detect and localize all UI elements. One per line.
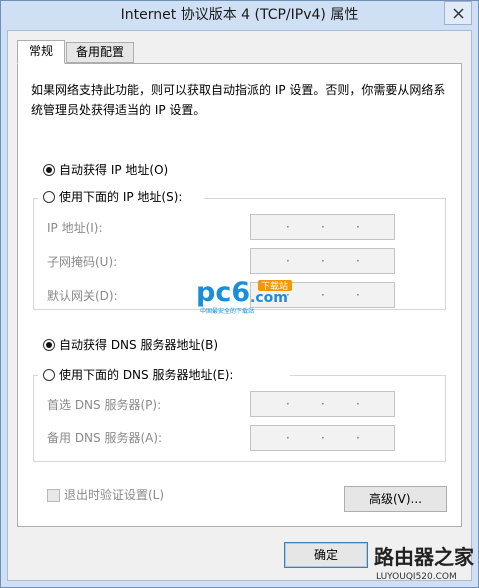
advanced-button[interactable]: 高级(V)...: [344, 486, 447, 512]
manual-ip-radio[interactable]: [43, 191, 55, 203]
alternate-dns-label: 备用 DNS 服务器(A):: [47, 431, 163, 445]
tab-general[interactable]: 常规: [17, 40, 65, 64]
close-button[interactable]: [444, 1, 472, 25]
ip-address-field: · · ·: [250, 214, 395, 240]
luyouqi-logo-url: LUYOUQI520.COM: [376, 572, 457, 582]
pc6-logo-text: pc6: [196, 277, 250, 308]
auto-dns-label[interactable]: 自动获得 DNS 服务器地址(B): [59, 337, 218, 353]
pc6-logo-domain: .com: [250, 290, 288, 306]
luyouqi-logo-text: 路由器之家: [374, 545, 475, 569]
subnet-mask-label: 子网掩码(U):: [47, 255, 118, 269]
dialog-title: Internet 协议版本 4 (TCP/IPv4) 属性: [120, 7, 359, 23]
close-icon: [453, 8, 464, 19]
manual-dns-label[interactable]: 使用下面的 DNS 服务器地址(E):: [59, 367, 233, 383]
manual-ip-label[interactable]: 使用下面的 IP 地址(S):: [59, 189, 182, 205]
tab-alternate-configuration[interactable]: 备用配置: [66, 42, 134, 63]
description-text: 如果网络支持此功能，则可以获取自动指派的 IP 设置。否则，你需要从网络系统管理…: [31, 83, 446, 117]
auto-dns-radio[interactable]: [43, 339, 55, 351]
auto-ip-label[interactable]: 自动获得 IP 地址(O): [59, 162, 168, 178]
preferred-dns-field: · · ·: [250, 391, 395, 417]
manual-dns-radio[interactable]: [43, 369, 55, 381]
ok-button[interactable]: 确定: [284, 542, 368, 568]
subnet-mask-field: · · ·: [250, 248, 395, 274]
validate-settings-label: 退出时验证设置(L): [64, 488, 165, 502]
ip-address-label: IP 地址(I):: [47, 221, 103, 235]
pc6-logo-tag: 下载站: [261, 280, 288, 292]
validate-settings-checkbox: [47, 489, 60, 502]
default-gateway-label: 默认网关(D):: [47, 289, 118, 303]
pc6-logo-slogan: 中国最安全的下载站: [200, 307, 254, 315]
pc6-watermark-logo: pc6 .com 下载站 中国最安全的下载站: [196, 277, 308, 317]
auto-ip-radio[interactable]: [43, 164, 55, 176]
preferred-dns-label: 首选 DNS 服务器(P):: [47, 398, 162, 412]
luyouqi-watermark-logo: 路由器之家 LUYOUQI520.COM: [372, 538, 476, 584]
alternate-dns-field: · · ·: [250, 425, 395, 451]
